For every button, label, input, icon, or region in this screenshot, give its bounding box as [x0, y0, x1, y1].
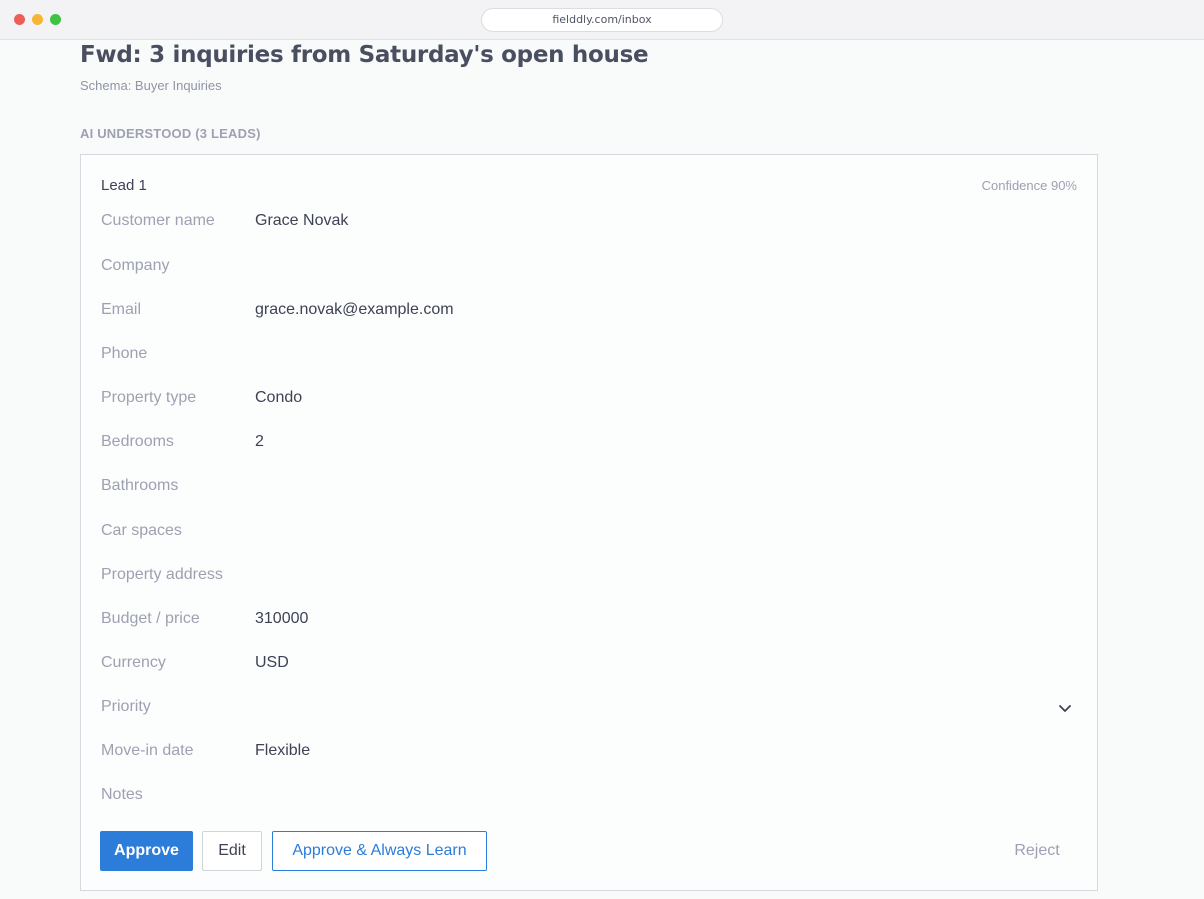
lead-card: Lead 1 Confidence 90% Customer name Grac…	[80, 154, 1098, 891]
field-notes[interactable]: Notes	[101, 786, 1077, 810]
chevron-down-icon[interactable]	[1057, 700, 1073, 716]
confidence-badge: Confidence 90%	[981, 178, 1077, 193]
field-value[interactable]: Flexible	[255, 742, 310, 760]
field-label: Move-in date	[101, 742, 194, 759]
maximize-window-icon[interactable]	[50, 14, 61, 25]
field-label: Phone	[101, 345, 148, 362]
field-value[interactable]: Grace Novak	[255, 212, 348, 230]
field-property-address[interactable]: Property address	[101, 566, 1077, 590]
field-bedrooms[interactable]: Bedrooms 2	[101, 433, 1077, 457]
field-label: Currency	[101, 654, 166, 671]
field-currency[interactable]: Currency USD	[101, 654, 1077, 678]
field-car-spaces[interactable]: Car spaces	[101, 522, 1077, 546]
address-bar[interactable]: fielddly.com/inbox	[481, 8, 723, 32]
field-phone[interactable]: Phone	[101, 345, 1077, 369]
section-label: AI UNDERSTOOD (3 LEADS)	[80, 126, 261, 141]
field-value[interactable]: 310000	[255, 610, 308, 628]
field-label: Notes	[101, 786, 143, 803]
field-label: Budget / price	[101, 610, 200, 627]
page-title: Fwd: 3 inquiries from Saturday's open ho…	[80, 42, 649, 68]
field-label: Customer name	[101, 212, 215, 229]
field-value[interactable]: 2	[255, 433, 264, 451]
field-priority[interactable]: Priority	[101, 698, 1077, 722]
field-property-type[interactable]: Property type Condo	[101, 389, 1077, 413]
lead-title: Lead 1	[101, 177, 147, 194]
field-bathrooms[interactable]: Bathrooms	[101, 477, 1077, 501]
field-label: Car spaces	[101, 522, 182, 539]
minimize-window-icon[interactable]	[32, 14, 43, 25]
field-value[interactable]: USD	[255, 654, 289, 672]
field-label: Priority	[101, 698, 151, 715]
field-email[interactable]: Email grace.novak@example.com	[101, 301, 1077, 325]
field-budget-price[interactable]: Budget / price 310000	[101, 610, 1077, 634]
browser-chrome: fielddly.com/inbox	[0, 0, 1204, 40]
reject-button[interactable]: Reject	[997, 831, 1077, 871]
field-company[interactable]: Company	[101, 257, 1077, 281]
field-value[interactable]: Condo	[255, 389, 302, 407]
field-label: Property type	[101, 389, 197, 406]
approve-always-learn-button[interactable]: Approve & Always Learn	[272, 831, 487, 871]
field-label: Bedrooms	[101, 433, 174, 450]
field-customer-name[interactable]: Customer name Grace Novak	[101, 212, 1077, 236]
field-label: Bathrooms	[101, 477, 179, 494]
schema-label: Schema: Buyer Inquiries	[80, 78, 222, 93]
field-label: Email	[101, 301, 142, 318]
field-label: Property address	[101, 566, 223, 583]
field-value[interactable]: grace.novak@example.com	[255, 301, 454, 319]
close-window-icon[interactable]	[14, 14, 25, 25]
field-label: Company	[101, 257, 170, 274]
edit-button[interactable]: Edit	[202, 831, 262, 871]
field-move-in-date[interactable]: Move-in date Flexible	[101, 742, 1077, 766]
approve-button[interactable]: Approve	[100, 831, 193, 871]
